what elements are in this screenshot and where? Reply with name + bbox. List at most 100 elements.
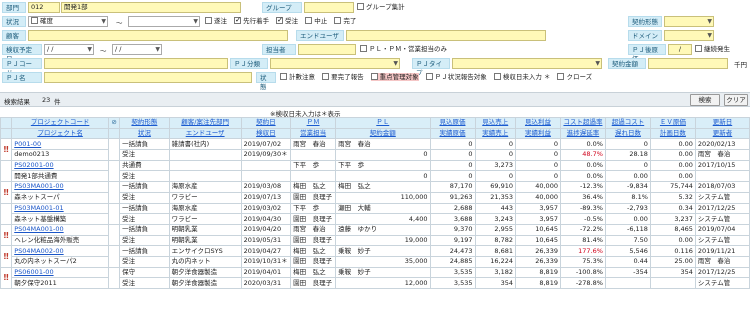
pj-code-link[interactable]: PS03MA001-01 [14,204,63,212]
group-input[interactable] [304,2,354,13]
col-actual-cost[interactable]: 実績原価 [429,127,476,140]
search-button[interactable]: 検索 [690,94,720,106]
col-ev-cost[interactable]: ＥＶ原価 [649,117,696,129]
status-item[interactable]: 先行着手 [234,15,269,26]
checkbox-icon[interactable] [370,72,378,80]
pj-code-cell[interactable]: PS03MA001-01 [11,202,109,215]
checkbox-icon[interactable] [695,44,702,52]
col-cost-overrun[interactable]: コスト超過率 [559,117,606,129]
status-item[interactable]: 遂注 [205,16,227,25]
table-row[interactable]: ‼ PS04MA001-00 一括請負 明朝乳業 2019/04/20 雨宮 春治 遠藤 ゆ… [0,223,750,247]
date-to-input[interactable]: / / ▼ [112,44,162,55]
contract-type-select[interactable]: ▼ [664,16,714,27]
checkbox-icon[interactable] [280,72,287,80]
col-expected-cost[interactable]: 見込原価 [429,117,476,129]
col-over-cost[interactable]: 超過コスト [604,117,651,129]
checkbox-icon[interactable] [305,16,313,24]
col-updated[interactable]: 更新日 [694,117,750,129]
col-actual-sales[interactable]: 実績売上 [474,127,516,140]
contract-type-cell: 一括請負 [119,202,170,215]
continuing-checkbox[interactable]: 継続発生 [695,44,730,55]
group-total-checkbox[interactable]: グループ集計 [357,2,405,13]
manager-input[interactable] [298,44,356,55]
checkbox-icon[interactable] [425,72,433,80]
table-row[interactable]: ‼ P001-00 一括請負 雑請書(社内) 2019/07/02 雨宮 春治 雨宮 春治 0… [0,138,750,161]
col-pj-code[interactable]: プロジェクトコード [11,117,109,129]
col-status[interactable]: 状況 [119,127,170,140]
checkbox-icon[interactable] [31,16,38,24]
pl-pm-checkbox[interactable]: ＰＬ・ＰＭ・営業担当のみ [360,44,447,55]
status-item[interactable]: 受注 [276,15,298,26]
pj-code-cell[interactable]: PS04MA002-00 [11,245,109,257]
state-item[interactable]: 重点管理対象 [370,72,419,81]
pj-code-link[interactable]: PS04MA001-00 [14,225,63,233]
pj-code-link[interactable]: PS04MA002-00 [14,247,63,255]
col-expected-profit[interactable]: 見込利益 [514,117,561,129]
pj-issue-input[interactable]: / [668,44,692,55]
col-plan-days[interactable]: 計画日数 [649,127,696,140]
col-end-user[interactable]: エンドユーザ [168,127,242,140]
col-delay-days[interactable]: 遅れ日数 [604,127,651,140]
customer-input[interactable] [28,30,288,41]
table-row[interactable]: ‼ PS03MA001-00 一括請負 海原水産 2019/03/08 梅田 弘之 梅田 弘… [0,181,750,204]
col-customer[interactable]: 顧客/案注先部門 [168,117,242,129]
col-delay-rate[interactable]: 進捗遅延率 [559,127,606,140]
checkbox-icon[interactable] [493,72,501,80]
state-item[interactable]: 検収日未入力 ＊ [493,72,550,81]
dept-name-input[interactable]: 開発1部 [61,2,241,13]
date-from-input[interactable]: / / ▼ [44,44,94,55]
checkbox-icon[interactable] [234,15,242,26]
pj-code-cell[interactable]: PS04MA001-00 [11,223,109,236]
checkbox-icon[interactable] [276,15,284,26]
col-updater[interactable]: 更新者 [694,127,750,140]
state-item[interactable]: ＰＪ状況報告対象 [425,72,487,81]
pj-code-cell[interactable]: PS02001-00 [11,159,109,172]
pj-code-link[interactable]: PS06001-00 [14,268,53,276]
pj-type-select[interactable]: ▼ [452,58,602,69]
end-user-input[interactable] [346,30,546,41]
pj-name-input[interactable] [44,72,252,83]
pj-code-link[interactable]: PS03MA001-00 [14,183,63,191]
pj-category-select[interactable]: ▼ [270,58,400,69]
table-row[interactable]: ‼ PS06001-00 保守 朝夕洋食器製造 2019/04/01 梅田 弘之 乗鞍 妙子… [0,266,750,290]
col-expected-sales[interactable]: 見込売上 [474,117,516,129]
table-row[interactable]: ‼ PS04MA002-00 一括請負 エンサイクロSYS 2019/04/27 梅田 弘… [0,245,750,268]
pj-code-link[interactable]: PS02001-00 [14,161,53,169]
checkbox-icon[interactable] [357,2,364,10]
col-actual-profit[interactable]: 実績利益 [514,127,561,140]
delay-rate-cell: 0.0% [559,170,606,183]
col-contract-type[interactable]: 契約形態 [119,117,170,129]
col-inspection[interactable]: 検収日 [240,127,292,140]
state-item[interactable]: クローズ [557,72,592,81]
status-item[interactable]: 完了 [334,16,356,25]
table-row[interactable]: PS03MA001-01 一括請負 海原水産 2019/03/02 下平 歩瀬田 大輔 2… [0,202,750,225]
contract-amount-input[interactable] [648,58,728,69]
state-item[interactable]: 計數注意 [280,72,315,81]
col-pm[interactable]: ＰＭ [290,117,337,129]
customer-cell: エンサイクロSYS [168,245,242,257]
col-contract-date[interactable]: 契約日 [240,117,292,129]
checkbox-icon[interactable] [557,72,565,80]
checkbox-icon[interactable] [334,16,342,24]
state-item[interactable]: 要完了報告 [322,72,364,81]
pj-code-cell[interactable]: PS03MA001-00 [11,181,109,193]
expected-profit-cell: 3,957 [514,202,561,215]
clear-button[interactable]: クリア [724,94,748,106]
col-amount[interactable]: 契約金額 [335,127,431,140]
dept-code-input[interactable]: 012 [28,2,60,13]
table-row[interactable]: PS02001-00 共通費 下平 歩下平 歩 0 3,273 0 0.0% 0 0.00 201… [0,159,750,183]
col-pj-name[interactable]: プロジェクト名 [11,127,109,140]
col-pl[interactable]: ＰＬ [335,117,431,129]
checkbox-icon[interactable] [360,44,367,52]
pj-code-input[interactable] [44,58,228,69]
pj-code-cell[interactable]: P001-00 [11,138,109,151]
pj-code-link[interactable]: P001-00 [14,140,41,148]
status-item[interactable]: 中止 [305,16,327,25]
col-sales[interactable]: 営業担当 [290,127,337,140]
checkbox-icon[interactable] [322,72,330,80]
pj-code-cell[interactable]: PS06001-00 [11,266,109,279]
checkbox-icon[interactable] [205,16,212,24]
status-to-input[interactable]: ▼ [128,16,200,27]
status-from-input[interactable]: 確度 ▼ [28,16,108,27]
domain-select[interactable]: ▼ [664,30,714,41]
